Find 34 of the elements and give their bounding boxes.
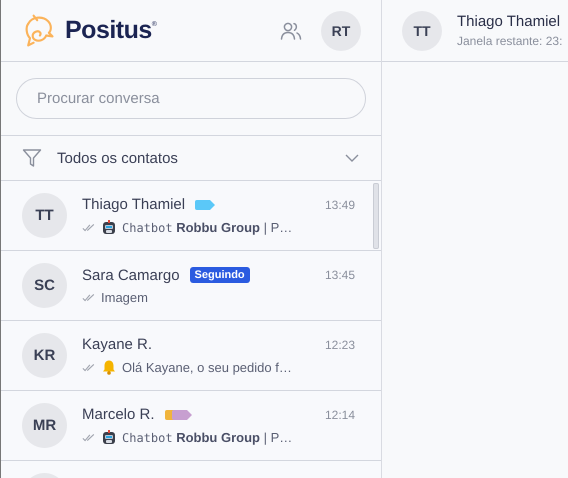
robot-icon <box>101 429 117 445</box>
message-time: 13:49 <box>324 198 355 212</box>
double-check-icon <box>82 362 96 372</box>
status-badge: Seguindo <box>190 267 250 283</box>
chat-contact-name: Thiago Thamiel <box>457 13 562 30</box>
message-preview: Olá Kayane, o seu pedido f… <box>122 360 292 374</box>
contact-name: Thiago Thamiel <box>82 196 186 213</box>
search-field[interactable]: Procurar conversa <box>16 78 366 119</box>
bell-icon <box>101 359 117 375</box>
double-check-icon <box>82 222 96 232</box>
chevron-down-icon[interactable] <box>345 154 359 162</box>
filter-label: Todos os contatos <box>57 150 179 166</box>
contact-avatar: SC <box>22 263 67 308</box>
robot-icon <box>101 219 117 235</box>
double-check-icon <box>82 432 96 442</box>
contact-avatar: TT <box>22 193 67 238</box>
message-preview: Chatbot Robbu Group | P… <box>122 430 292 444</box>
message-time: 12:23 <box>324 338 355 352</box>
contact-avatar: KR <box>22 333 67 378</box>
message-time: 13:45 <box>324 268 355 282</box>
message-time: 12:14 <box>324 408 355 422</box>
filter-icon[interactable] <box>22 148 42 168</box>
chat-subtitle: Janela restante: 23: <box>457 34 562 48</box>
contact-avatar: TT <box>402 10 442 50</box>
scrollbar[interactable] <box>373 183 379 249</box>
contact-name: Marcelo R. <box>82 406 155 423</box>
user-avatar[interactable]: RT <box>321 10 361 50</box>
message-preview: Chatbot Robbu Group | P… <box>122 220 292 234</box>
contact-avatar: MR <box>22 403 67 448</box>
contact-name: Sara Camargo <box>82 266 180 284</box>
brand-name: Positus$^{®}$ <box>65 16 156 45</box>
message-preview: Imagem <box>101 290 148 304</box>
double-check-icon <box>82 292 96 302</box>
contact-name: Kayane R. <box>82 336 152 353</box>
